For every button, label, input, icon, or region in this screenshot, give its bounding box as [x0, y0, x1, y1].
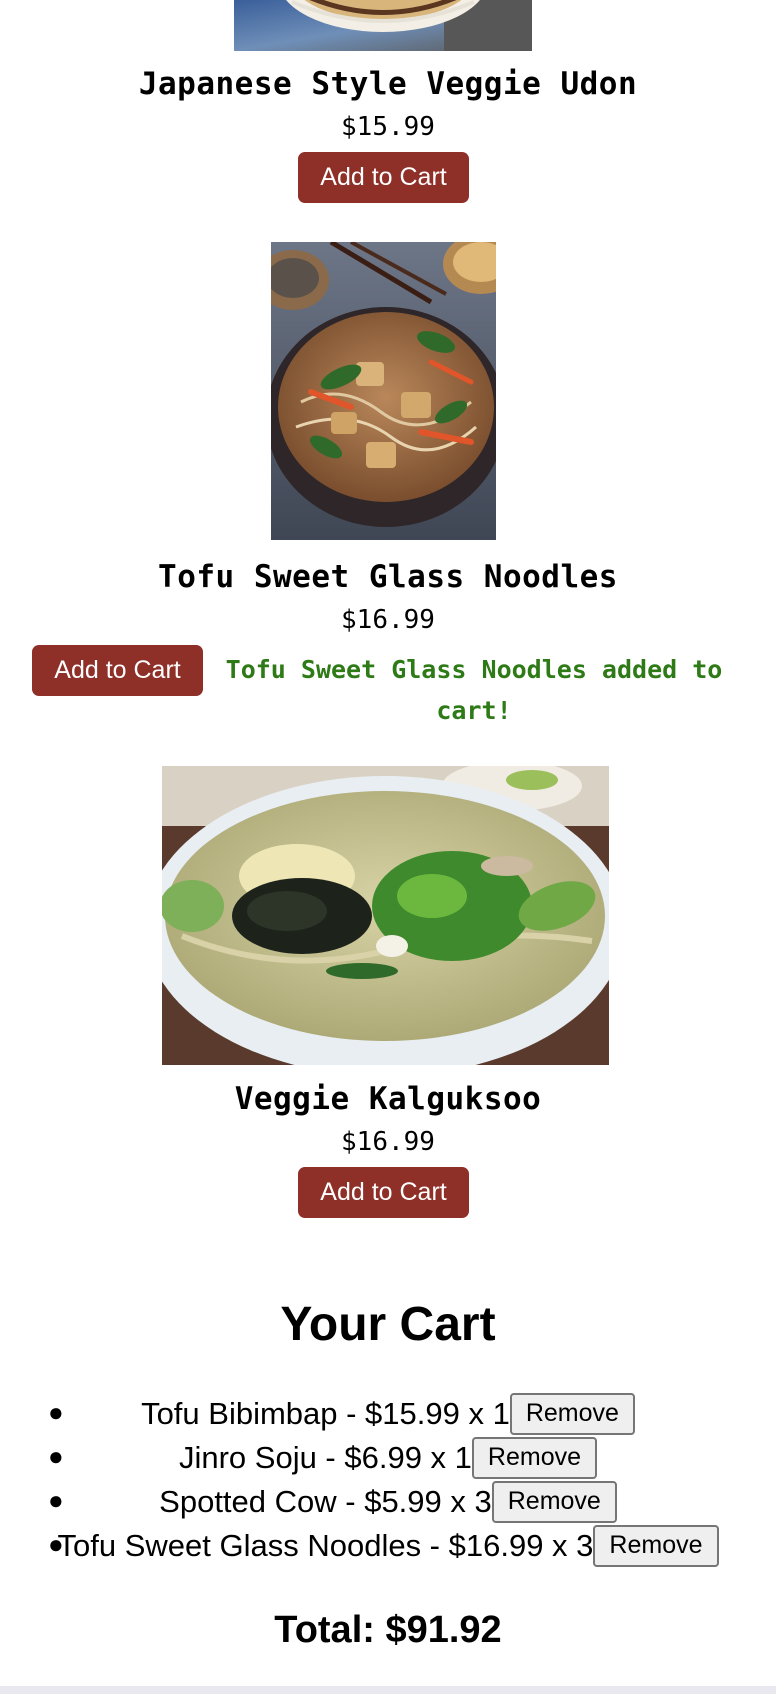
add-to-cart-button[interactable]: Add to Cart	[32, 645, 203, 696]
bullet-icon: ●	[48, 1529, 64, 1559]
dish-name: Veggie Kalguksoo	[234, 1081, 542, 1117]
cart-item: ● Spotted Cow - $5.99 x 3 Remove	[0, 1478, 776, 1523]
added-to-cart-message: Tofu Sweet Glass Noodles added to cart!	[225, 655, 723, 725]
dish-price: $16.99	[341, 1127, 435, 1157]
cart-item: ● Jinro Soju - $6.99 x 1 Remove	[0, 1434, 776, 1479]
glass-noodles-photo	[271, 242, 496, 540]
dish-price: $15.99	[341, 112, 435, 142]
cart-list: ● Tofu Bibimbap - $15.99 x 1 Remove ● Jin…	[0, 1390, 776, 1567]
cart-item-text: Tofu Bibimbap - $15.99 x 1	[141, 1395, 510, 1431]
kalguksoo-photo	[162, 766, 609, 1065]
add-to-cart-button[interactable]: Add to Cart	[298, 152, 469, 203]
remove-button[interactable]: Remove	[471, 1436, 598, 1479]
bullet-icon: ●	[48, 1441, 64, 1471]
add-to-cart-button[interactable]: Add to Cart	[298, 1167, 469, 1218]
udon-photo	[234, 0, 532, 51]
cart-total: Total: $91.92	[274, 1609, 502, 1651]
remove-button[interactable]: Remove	[593, 1524, 719, 1567]
menu-page: Japanese Style Veggie Udon $15.99 Add to…	[0, 0, 776, 1694]
bullet-icon: ●	[48, 1485, 64, 1515]
cart-item: ● Tofu Bibimbap - $15.99 x 1 Remove	[0, 1390, 776, 1435]
remove-button[interactable]: Remove	[491, 1480, 617, 1523]
cart-title: Your Cart	[280, 1298, 496, 1351]
cart-item: ● Tofu Sweet Glass Noodles - $16.99 x 3R…	[0, 1522, 776, 1567]
dish-price: $16.99	[341, 605, 435, 635]
bullet-icon: ●	[48, 1397, 64, 1427]
dish-name: Japanese Style Veggie Udon	[138, 66, 638, 102]
bottom-edge	[0, 1686, 776, 1694]
cart-item-text: Spotted Cow - $5.99 x 3	[159, 1483, 492, 1519]
cart-item-text: Tofu Sweet Glass Noodles - $16.99 x 3	[57, 1527, 594, 1563]
cart-item-text: Jinro Soju - $6.99 x 1	[178, 1439, 472, 1475]
dish-name: Tofu Sweet Glass Noodles	[158, 559, 618, 595]
remove-button[interactable]: Remove	[509, 1392, 635, 1435]
